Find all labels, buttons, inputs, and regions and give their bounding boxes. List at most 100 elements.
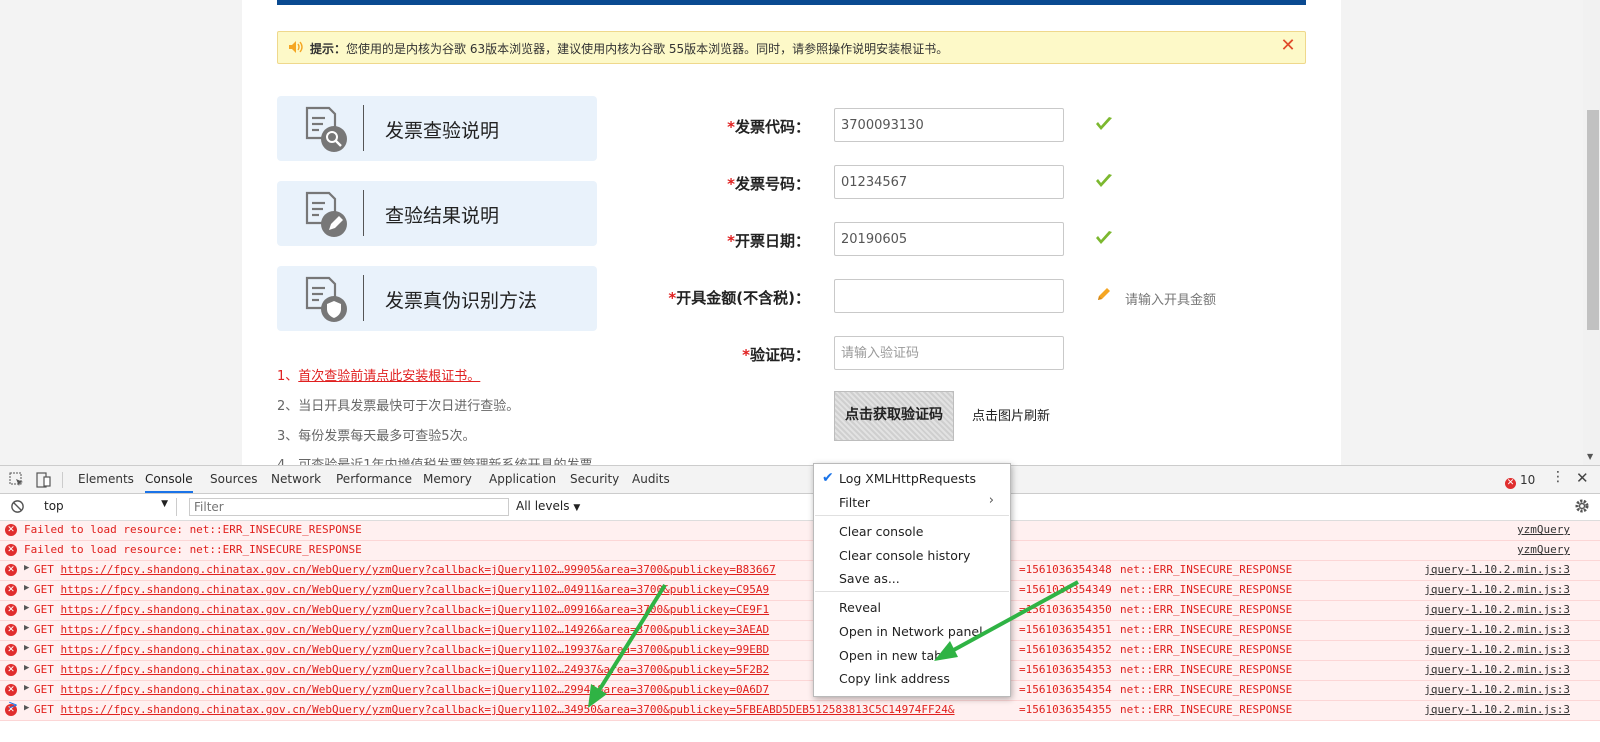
- more-options-icon[interactable]: ⋮: [1551, 469, 1565, 485]
- request-url-tail: =1561036354355: [1019, 703, 1112, 716]
- menu-item-log-xhr[interactable]: Log XMLHttpRequests: [839, 471, 976, 486]
- levels-value: All levels: [516, 499, 570, 513]
- request-url[interactable]: https://fpcy.shandong.chinatax.gov.cn/We…: [61, 663, 770, 676]
- close-devtools-icon[interactable]: ✕: [1576, 469, 1589, 487]
- menu-item-reveal[interactable]: Reveal: [839, 600, 881, 615]
- invoice-date-input[interactable]: [834, 222, 1064, 256]
- log-source-link[interactable]: yzmQuery: [1517, 543, 1570, 556]
- log-source-link[interactable]: jquery-1.10.2.min.js:3: [1424, 583, 1570, 596]
- gear-icon[interactable]: [1574, 498, 1590, 514]
- menu-item-save-as[interactable]: Save as...: [839, 571, 900, 586]
- request-url[interactable]: https://fpcy.shandong.chinatax.gov.cn/We…: [61, 603, 770, 616]
- invoice-date-label: *开票日期：: [510, 230, 810, 251]
- console-context-menu: ✔ Log XMLHttpRequests Filter › Clear con…: [813, 463, 1011, 697]
- request-url[interactable]: https://fpcy.shandong.chinatax.gov.cn/We…: [61, 563, 776, 576]
- error-icon: ✕: [5, 604, 17, 616]
- log-row[interactable]: ✕ Failed to load resource: net::ERR_INSE…: [0, 541, 1600, 561]
- scroll-down-icon[interactable]: ▼: [1587, 452, 1593, 461]
- menu-item-open-network-panel[interactable]: Open in Network panel: [839, 624, 983, 639]
- log-row[interactable]: ✕ ▶ GET https://fpcy.shandong.chinatax.g…: [0, 581, 1600, 601]
- log-row[interactable]: ✕ ▶ GET https://fpcy.shandong.chinatax.g…: [0, 641, 1600, 661]
- log-message: GET https://fpcy.shandong.chinatax.gov.c…: [34, 583, 770, 596]
- expand-triangle-icon[interactable]: ▶: [24, 683, 29, 693]
- tab-sources[interactable]: Sources: [210, 466, 257, 493]
- tab-memory[interactable]: Memory: [423, 466, 472, 493]
- tab-application[interactable]: Application: [489, 466, 556, 493]
- log-source-link[interactable]: yzmQuery: [1517, 523, 1570, 536]
- menu-item-copy-link[interactable]: Copy link address: [839, 671, 950, 686]
- card-label: 查验结果说明: [385, 205, 500, 227]
- console-prompt[interactable]: >: [8, 698, 18, 712]
- caret-down-icon: ▼: [161, 499, 168, 509]
- invoice-code-input[interactable]: [834, 108, 1064, 142]
- log-row[interactable]: ✕ ▶ GET https://fpcy.shandong.chinatax.g…: [0, 681, 1600, 701]
- tab-security[interactable]: Security: [570, 466, 619, 493]
- install-cert-link[interactable]: 首次查验前请点此安装根证书。: [298, 369, 480, 384]
- invoice-number-input[interactable]: [834, 165, 1064, 199]
- tab-separator: [62, 472, 63, 488]
- log-levels-dropdown[interactable]: All levels ▼: [516, 499, 580, 513]
- note-install-cert: 1、首次查验前请点此安装根证书。: [277, 365, 480, 384]
- error-text: net::ERR_INSECURE_RESPONSE: [1120, 603, 1293, 616]
- log-source-link[interactable]: jquery-1.10.2.min.js:3: [1424, 703, 1570, 716]
- card-label: 发票查验说明: [385, 120, 500, 142]
- request-url-tail: =1561036354348: [1019, 563, 1112, 576]
- invoice-number-label: *发票号码：: [510, 173, 810, 194]
- clear-console-icon[interactable]: [10, 499, 25, 514]
- expand-triangle-icon[interactable]: ▶: [24, 703, 29, 713]
- console-filter-input[interactable]: [189, 498, 509, 516]
- log-source-link[interactable]: jquery-1.10.2.min.js:3: [1424, 643, 1570, 656]
- chevron-right-icon: ›: [988, 493, 994, 508]
- captcha-image[interactable]: 点击获取验证码: [834, 391, 954, 441]
- tab-audits[interactable]: Audits: [632, 466, 670, 493]
- log-source-link[interactable]: jquery-1.10.2.min.js:3: [1424, 563, 1570, 576]
- log-row[interactable]: ✕ ▶ GET https://fpcy.shandong.chinatax.g…: [0, 701, 1600, 721]
- expand-triangle-icon[interactable]: ▶: [24, 643, 29, 653]
- tab-elements[interactable]: Elements: [78, 466, 134, 493]
- tab-console[interactable]: Console: [145, 466, 193, 493]
- context-value: top: [44, 499, 64, 513]
- captcha-input[interactable]: [834, 336, 1064, 370]
- log-source-link[interactable]: jquery-1.10.2.min.js:3: [1424, 603, 1570, 616]
- page-scrollbar[interactable]: ▼: [1583, 0, 1600, 465]
- request-url[interactable]: https://fpcy.shandong.chinatax.gov.cn/We…: [61, 623, 770, 636]
- error-text: net::ERR_INSECURE_RESPONSE: [1120, 703, 1293, 716]
- request-url[interactable]: https://fpcy.shandong.chinatax.gov.cn/We…: [61, 703, 955, 716]
- notice-text: 提示：您使用的是内核为谷歌 63版本浏览器，建议使用内核为谷歌 55版本浏览器。…: [310, 40, 948, 57]
- expand-triangle-icon[interactable]: ▶: [24, 563, 29, 573]
- invoice-code-label-text: 发票代码：: [734, 118, 810, 136]
- inspect-element-icon[interactable]: [9, 472, 25, 488]
- log-row[interactable]: ✕ ▶ GET https://fpcy.shandong.chinatax.g…: [0, 661, 1600, 681]
- error-count: 10: [1520, 473, 1536, 487]
- tab-network[interactable]: Network: [271, 466, 321, 493]
- log-row[interactable]: ✕ ▶ GET https://fpcy.shandong.chinatax.g…: [0, 601, 1600, 621]
- request-url[interactable]: https://fpcy.shandong.chinatax.gov.cn/We…: [61, 583, 770, 596]
- log-source-link[interactable]: jquery-1.10.2.min.js:3: [1424, 623, 1570, 636]
- expand-triangle-icon[interactable]: ▶: [24, 583, 29, 593]
- log-row[interactable]: ✕ ▶ GET https://fpcy.shandong.chinatax.g…: [0, 621, 1600, 641]
- expand-triangle-icon[interactable]: ▶: [24, 623, 29, 633]
- request-url[interactable]: https://fpcy.shandong.chinatax.gov.cn/We…: [61, 643, 770, 656]
- error-counter[interactable]: ✕ 10: [1505, 473, 1535, 489]
- menu-separator: [815, 515, 1009, 516]
- log-row[interactable]: ✕ Failed to load resource: net::ERR_INSE…: [0, 521, 1600, 541]
- expand-triangle-icon[interactable]: ▶: [24, 603, 29, 613]
- log-source-link[interactable]: jquery-1.10.2.min.js:3: [1424, 663, 1570, 676]
- menu-item-clear-history[interactable]: Clear console history: [839, 548, 970, 563]
- menu-item-clear-console[interactable]: Clear console: [839, 524, 923, 539]
- menu-item-filter[interactable]: Filter: [839, 495, 870, 510]
- context-selector[interactable]: top ▼: [36, 498, 177, 516]
- log-row[interactable]: ✕ ▶ GET https://fpcy.shandong.chinatax.g…: [0, 561, 1600, 581]
- captcha-refresh-link[interactable]: 点击图片刷新: [972, 405, 1050, 424]
- expand-triangle-icon[interactable]: ▶: [24, 663, 29, 673]
- close-icon[interactable]: ✕: [1279, 37, 1297, 55]
- log-source-link[interactable]: jquery-1.10.2.min.js:3: [1424, 683, 1570, 696]
- device-toolbar-icon[interactable]: [35, 472, 51, 488]
- log-message: Failed to load resource: net::ERR_INSECU…: [24, 523, 362, 536]
- tab-performance[interactable]: Performance: [336, 466, 412, 493]
- error-icon: ✕: [5, 624, 17, 636]
- amount-input[interactable]: [834, 279, 1064, 313]
- menu-item-open-new-tab[interactable]: Open in new tab: [839, 648, 942, 663]
- request-url[interactable]: https://fpcy.shandong.chinatax.gov.cn/We…: [61, 683, 770, 696]
- scrollbar-thumb[interactable]: [1587, 110, 1599, 330]
